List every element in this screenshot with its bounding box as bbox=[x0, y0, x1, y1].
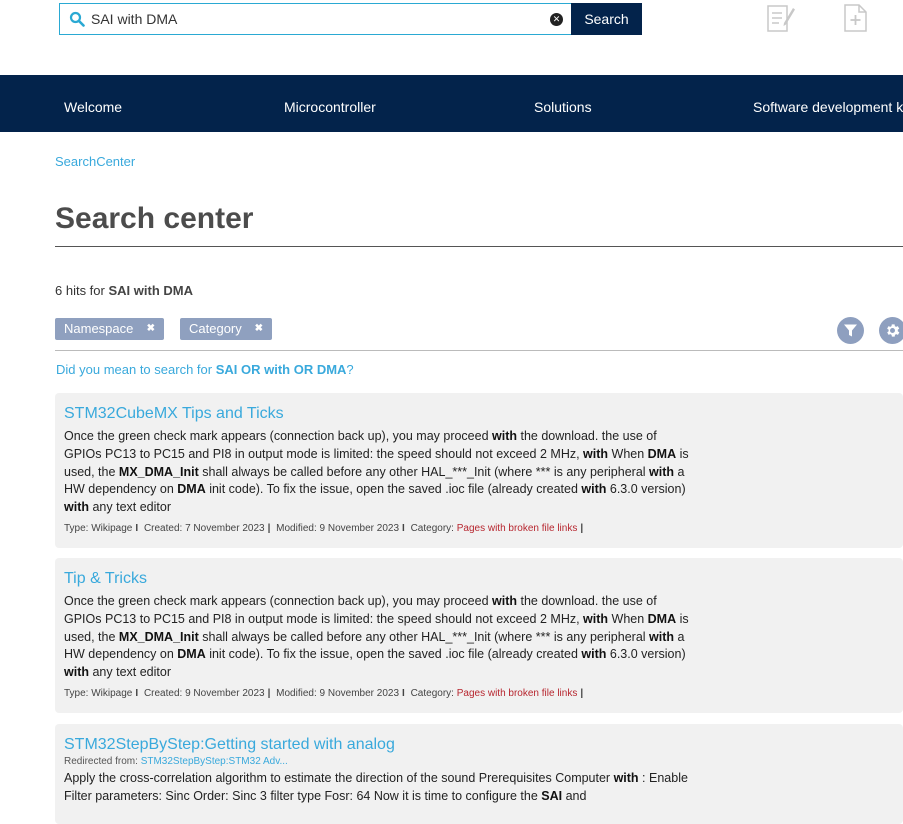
nav-item-welcome[interactable]: Welcome bbox=[64, 75, 122, 139]
redirect-link[interactable]: STM32StepByStep:STM32 Adv... bbox=[141, 756, 288, 767]
suggestion-prefix: Did you mean to search for bbox=[56, 362, 213, 377]
suggestion-query[interactable]: SAI OR with OR DMA bbox=[216, 362, 347, 377]
title-divider bbox=[55, 246, 903, 247]
category-link[interactable]: Pages with broken file links bbox=[457, 688, 578, 699]
hit-count: 6 hits for SAI with DMA bbox=[55, 283, 193, 298]
edit-page-icon[interactable] bbox=[766, 3, 796, 33]
search-result: STM32StepByStep:Getting started with ana… bbox=[55, 724, 903, 824]
main-navigation: Welcome Microcontroller Solutions Softwa… bbox=[0, 75, 903, 132]
filter-chip-category[interactable]: Category ✖ bbox=[180, 318, 272, 340]
hit-count-query: SAI with DMA bbox=[108, 283, 193, 298]
spelling-suggestion[interactable]: Did you mean to search for SAI OR with O… bbox=[56, 362, 354, 377]
hit-count-prefix: 6 hits for bbox=[55, 283, 105, 298]
breadcrumb[interactable]: SearchCenter bbox=[55, 154, 135, 169]
result-title[interactable]: STM32CubeMX Tips and Ticks bbox=[64, 404, 894, 424]
search-input[interactable] bbox=[91, 11, 531, 27]
filter-icon bbox=[844, 324, 857, 337]
clear-icon[interactable]: ✕ bbox=[550, 13, 563, 26]
nav-item-solutions[interactable]: Solutions bbox=[534, 75, 592, 139]
filter-chip-namespace[interactable]: Namespace ✖ bbox=[55, 318, 164, 340]
gear-icon bbox=[887, 324, 900, 337]
search-button[interactable]: Search bbox=[571, 3, 642, 35]
filter-chip-label: Namespace bbox=[64, 321, 134, 336]
result-snippet: Apply the cross-correlation algorithm to… bbox=[64, 771, 688, 803]
search-icon bbox=[69, 11, 85, 27]
settings-button[interactable] bbox=[879, 317, 903, 344]
new-page-icon[interactable] bbox=[843, 3, 869, 33]
filter-divider bbox=[55, 350, 903, 351]
result-snippet: Once the green check mark appears (conne… bbox=[64, 429, 689, 515]
search-bar: ✕ Search bbox=[59, 3, 642, 35]
result-meta: Type: Wikipage I Created: 9 November 2023… bbox=[64, 687, 584, 699]
result-title[interactable]: Tip & Tricks bbox=[64, 569, 894, 589]
result-title[interactable]: STM32StepByStep:Getting started with ana… bbox=[64, 735, 894, 755]
nav-item-software-development-kit[interactable]: Software development kit bbox=[753, 75, 903, 139]
filter-chip-label: Category bbox=[189, 321, 242, 336]
search-box[interactable]: ✕ bbox=[59, 3, 571, 35]
remove-icon[interactable]: ✖ bbox=[255, 318, 263, 340]
page-title: Search center bbox=[55, 202, 254, 235]
suggestion-suffix: ? bbox=[346, 362, 354, 377]
search-result: STM32CubeMX Tips and Ticks Once the gree… bbox=[55, 393, 903, 548]
remove-icon[interactable]: ✖ bbox=[147, 318, 155, 340]
result-redirect: Redirected from: STM32StepByStep:STM32 A… bbox=[64, 756, 288, 767]
result-snippet: Once the green check mark appears (conne… bbox=[64, 594, 689, 680]
result-meta: Type: Wikipage I Created: 7 November 2023… bbox=[64, 522, 584, 534]
filter-button[interactable] bbox=[837, 317, 864, 344]
category-link[interactable]: Pages with broken file links bbox=[457, 523, 578, 534]
search-result: Tip & Tricks Once the green check mark a… bbox=[55, 558, 903, 713]
nav-item-microcontroller[interactable]: Microcontroller bbox=[284, 75, 376, 139]
